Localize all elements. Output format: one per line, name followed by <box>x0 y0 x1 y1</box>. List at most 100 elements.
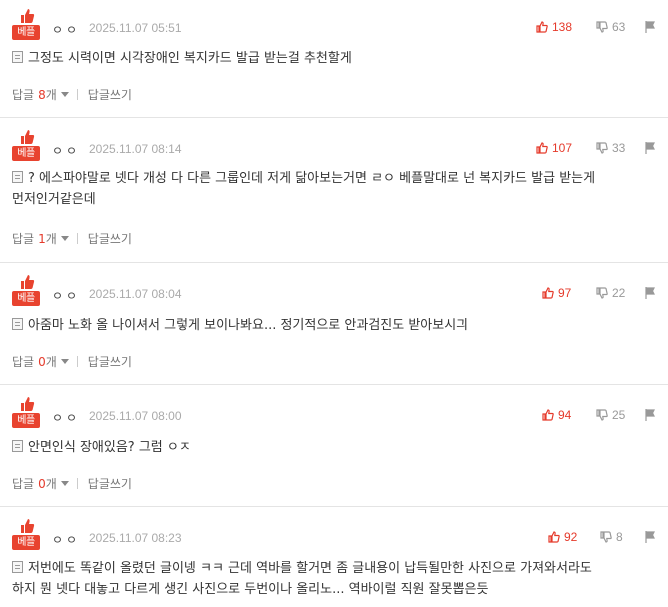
nickname[interactable]: ㅇㅇ <box>52 142 80 159</box>
write-reply-button[interactable]: 답글쓰기 <box>88 475 132 492</box>
upvote-count: 97 <box>558 286 572 300</box>
reply-count: 0 <box>38 477 46 491</box>
thumbs-up-icon <box>21 397 35 411</box>
report-icon[interactable] <box>644 286 656 300</box>
upvote-count: 94 <box>558 408 572 422</box>
best-tag: 베플 <box>12 146 40 161</box>
reply-toggle-button[interactable]: 답글 0개 <box>12 353 57 370</box>
memo-icon <box>12 171 23 183</box>
thumbs-up-icon <box>21 130 35 144</box>
reply-toggle-button[interactable]: 답글 1개 <box>12 230 57 247</box>
comment-line: 먼저인거같은데 <box>12 192 96 207</box>
write-reply-button[interactable]: 답글쓰기 <box>88 230 132 247</box>
downvote-button[interactable]: 25 <box>596 408 625 422</box>
reply-count-unit: 개 <box>45 88 57 102</box>
reply-count-unit: 개 <box>45 355 57 369</box>
reply-toggle-button[interactable]: 답글 0개 <box>12 475 57 492</box>
thumbs-up-icon <box>542 409 554 421</box>
thumbs-up-icon <box>548 531 560 543</box>
reply-count-unit: 개 <box>45 477 57 491</box>
upvote-button[interactable]: 138 <box>536 20 572 34</box>
best-tag: 베플 <box>12 25 40 40</box>
downvote-button[interactable]: 22 <box>596 286 625 300</box>
downvote-button[interactable]: 63 <box>596 20 625 34</box>
comment-text: 저번에도 똑같이 올렸던 글이넹 ㅋㅋ 근데 역바를 할거면 좀 글내용이 납득… <box>12 558 658 600</box>
thumbs-down-icon <box>596 409 608 421</box>
divider <box>76 478 78 489</box>
upvote-button[interactable]: 97 <box>542 286 571 300</box>
reply-toggle-button[interactable]: 답글 8개 <box>12 86 57 103</box>
comment-actions: 답글 0개 답글쓰기 <box>12 475 132 492</box>
upvote-button[interactable]: 92 <box>548 530 577 544</box>
downvote-count: 63 <box>612 20 626 34</box>
divider <box>76 89 78 100</box>
best-badge: 베플 <box>12 396 40 436</box>
memo-icon <box>12 561 23 573</box>
write-reply-button[interactable]: 답글쓰기 <box>88 86 132 103</box>
thumbs-up-icon <box>21 9 35 23</box>
comment-line: ? 에스파야말로 넷다 개성 다 다른 그룹인데 저게 닮아보는거면 ㄹㅇ 베플… <box>28 171 596 186</box>
best-badge: 베플 <box>12 518 40 558</box>
upvote-button[interactable]: 94 <box>542 408 571 422</box>
comment-item: 베플 ㅇㅇ 2025.11.07 08:00 94 25 안면인식 장애있음? … <box>0 385 668 507</box>
timestamp: 2025.11.07 08:14 <box>89 142 182 156</box>
report-icon[interactable] <box>644 408 656 422</box>
thumbs-up-icon <box>21 275 35 289</box>
timestamp: 2025.11.07 08:04 <box>89 287 182 301</box>
chevron-down-icon[interactable] <box>60 236 69 241</box>
reply-label: 답글 <box>12 477 35 491</box>
report-icon[interactable] <box>644 141 656 155</box>
downvote-count: 22 <box>612 286 626 300</box>
comment-item: 베플 ㅇㅇ 2025.11.07 08:14 107 33 ? 에스파야말로 넷… <box>0 118 668 263</box>
reply-count: 8 <box>38 88 46 102</box>
reply-count: 0 <box>38 355 46 369</box>
thumbs-up-icon <box>542 287 554 299</box>
downvote-count: 33 <box>612 141 626 155</box>
comment-actions: 답글 0개 답글쓰기 <box>12 353 132 370</box>
upvote-count: 138 <box>552 20 573 34</box>
comment-item: 베플 ㅇㅇ 2025.11.07 08:04 97 22 아줌마 노화 올 나이… <box>0 263 668 385</box>
divider <box>76 356 78 367</box>
comment-text: 그정도 시력이면 시각장애인 복지카드 발급 받는걸 추천할게 <box>12 48 658 69</box>
nickname[interactable]: ㅇㅇ <box>52 531 80 548</box>
downvote-button[interactable]: 8 <box>600 530 623 544</box>
comment-line: 저번에도 똑같이 올렸던 글이넹 ㅋㅋ 근데 역바를 할거면 좀 글내용이 납득… <box>28 561 592 576</box>
best-tag: 베플 <box>12 535 40 550</box>
comment-list: 베플 ㅇㅇ 2025.11.07 05:51 138 63 그정도 시력이면 시… <box>0 0 668 607</box>
best-tag: 베플 <box>12 291 40 306</box>
downvote-count: 8 <box>616 530 623 544</box>
reply-label: 답글 <box>12 232 35 246</box>
upvote-count: 92 <box>564 530 578 544</box>
report-icon[interactable] <box>644 530 656 544</box>
timestamp: 2025.11.07 08:00 <box>89 409 182 423</box>
write-reply-button[interactable]: 답글쓰기 <box>88 353 132 370</box>
thumbs-down-icon <box>596 287 608 299</box>
downvote-button[interactable]: 33 <box>596 141 625 155</box>
best-badge: 베플 <box>12 129 40 169</box>
comment-item: 베플 ㅇㅇ 2025.11.07 05:51 138 63 그정도 시력이면 시… <box>0 0 668 118</box>
chevron-down-icon[interactable] <box>60 92 69 97</box>
divider <box>76 233 78 244</box>
comment-text: ? 에스파야말로 넷다 개성 다 다른 그룹인데 저게 닮아보는거면 ㄹㅇ 베플… <box>12 168 658 210</box>
upvote-count: 107 <box>552 141 573 155</box>
comment-actions: 답글 1개 답글쓰기 <box>12 230 132 247</box>
comment-text: 아줌마 노화 올 나이셔서 그렇게 보이나봐요... 정기적으로 안과검진도 받… <box>12 315 658 336</box>
thumbs-down-icon <box>596 21 608 33</box>
best-tag: 베플 <box>12 413 40 428</box>
memo-icon <box>12 440 23 452</box>
upvote-button[interactable]: 107 <box>536 141 572 155</box>
comment-text: 안면인식 장애있음? 그럼 ㅇㅈ <box>12 437 658 458</box>
report-icon[interactable] <box>644 20 656 34</box>
chevron-down-icon[interactable] <box>60 481 69 486</box>
thumbs-down-icon <box>600 531 612 543</box>
reply-label: 답글 <box>12 88 35 102</box>
nickname[interactable]: ㅇㅇ <box>52 21 80 38</box>
chevron-down-icon[interactable] <box>60 359 69 364</box>
nickname[interactable]: ㅇㅇ <box>52 287 80 304</box>
reply-count-unit: 개 <box>45 232 57 246</box>
comment-item: 베플 ㅇㅇ 2025.11.07 08:23 92 8 저번에도 똑같이 올렸던… <box>0 507 668 607</box>
nickname[interactable]: ㅇㅇ <box>52 409 80 426</box>
timestamp: 2025.11.07 08:23 <box>89 531 182 545</box>
timestamp: 2025.11.07 05:51 <box>89 21 182 35</box>
comment-line: 아줌마 노화 올 나이셔서 그렇게 보이나봐요... 정기적으로 안과검진도 받… <box>28 318 469 333</box>
